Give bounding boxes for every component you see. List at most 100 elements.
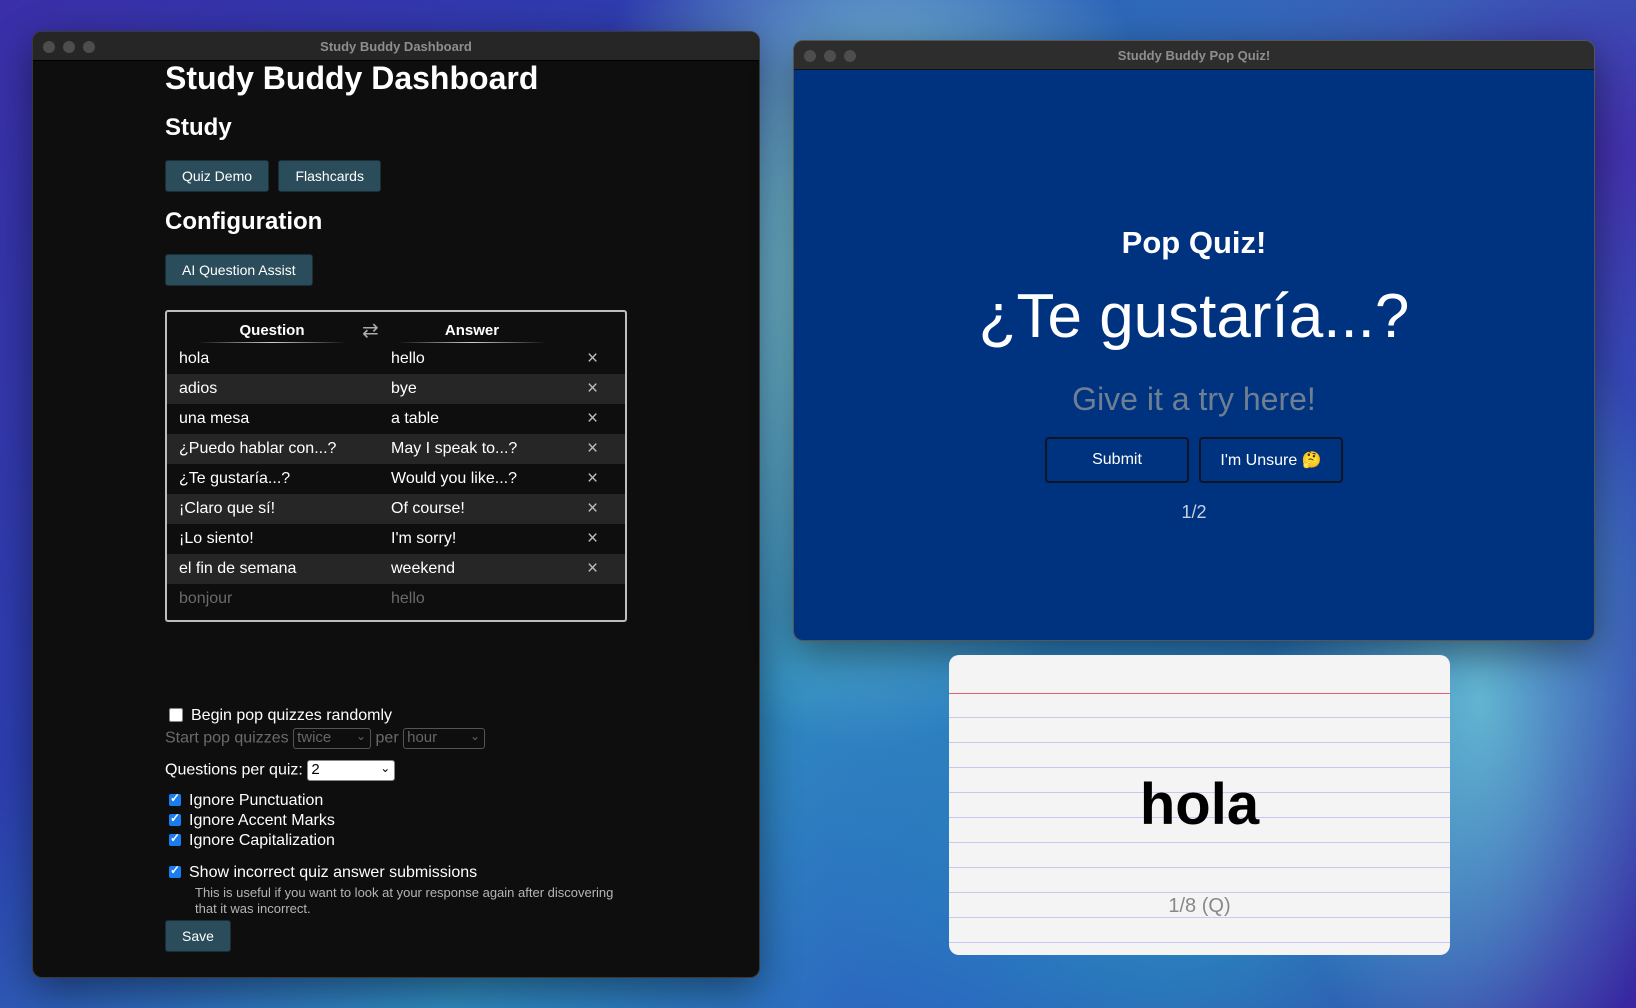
question-cell[interactable]: el fin de semana: [179, 560, 296, 578]
answer-cell[interactable]: a table: [391, 410, 439, 428]
answer-column-header: Answer: [397, 322, 547, 343]
questions-per-quiz-select[interactable]: 2 ⌄: [307, 760, 396, 781]
answer-cell[interactable]: hello: [391, 350, 425, 368]
table-row: ¿Puedo hablar con...? May I speak to...?…: [167, 434, 625, 464]
table-row: una mesa a table ×: [167, 404, 625, 434]
window-title: Studdy Buddy Pop Quiz!: [1117, 47, 1271, 63]
quiz-prompt: ¿Te gustaría...?: [978, 282, 1410, 351]
answer-cell[interactable]: May I speak to...?: [391, 440, 517, 458]
table-row: ¡Lo siento! I'm sorry! ×: [167, 524, 625, 554]
show-incorrect-checkbox[interactable]: [169, 863, 181, 878]
delete-row-icon[interactable]: ×: [587, 408, 598, 430]
table-row: ¡Claro que sí! Of course! ×: [167, 494, 625, 524]
new-question-input[interactable]: bonjour: [179, 590, 232, 608]
delete-row-icon[interactable]: ×: [587, 438, 598, 460]
ignore-punctuation-option: Ignore Punctuation: [165, 791, 324, 810]
zoom-window-button[interactable]: [83, 41, 95, 53]
questions-per-quiz-option: Questions per quiz: 2 ⌄: [165, 760, 396, 781]
show-incorrect-label: Show incorrect quiz answer submissions: [189, 864, 478, 881]
flashcards-button[interactable]: Flashcards: [278, 160, 381, 192]
delete-row-icon[interactable]: ×: [587, 378, 598, 400]
delete-row-icon[interactable]: ×: [587, 468, 598, 490]
window-controls: [43, 41, 95, 53]
close-window-button[interactable]: [43, 41, 55, 53]
ignore-capitalization-label: Ignore Capitalization: [189, 832, 335, 849]
delete-row-icon[interactable]: ×: [587, 528, 598, 550]
table-header: Question ⇄ Answer: [167, 312, 625, 344]
ignore-punctuation-checkbox[interactable]: [169, 791, 181, 806]
close-window-button[interactable]: [804, 50, 816, 62]
submit-button[interactable]: Submit: [1045, 437, 1189, 483]
question-cell[interactable]: ¡Lo siento!: [179, 530, 254, 548]
flashcard-counter: 1/8 (Q): [1168, 895, 1231, 917]
minimize-window-button[interactable]: [63, 41, 75, 53]
new-entry-row: bonjour hello: [167, 584, 625, 614]
new-answer-input[interactable]: hello: [391, 590, 425, 608]
configuration-heading: Configuration: [165, 208, 323, 235]
chevron-down-icon: ⌄: [470, 729, 481, 743]
per-label: per: [375, 729, 399, 747]
ignore-accent-option: Ignore Accent Marks: [165, 811, 335, 830]
minimize-window-button[interactable]: [824, 50, 836, 62]
study-heading: Study: [165, 114, 232, 141]
quiz-progress: 1/2: [1181, 502, 1207, 522]
answer-input[interactable]: Give it a try here!: [794, 381, 1594, 418]
window-title: Study Buddy Dashboard: [320, 38, 472, 54]
ignore-accent-checkbox[interactable]: [169, 811, 181, 826]
question-cell[interactable]: adios: [179, 380, 217, 398]
answer-cell[interactable]: Would you like...?: [391, 470, 517, 488]
ignore-capitalization-option: Ignore Capitalization: [165, 831, 335, 850]
question-column-header: Question: [197, 322, 347, 343]
flashcard-word: hola: [1139, 772, 1260, 837]
frequency-select[interactable]: twice ⌄: [293, 728, 372, 749]
question-cell[interactable]: hola: [179, 350, 209, 368]
question-cell[interactable]: una mesa: [179, 410, 249, 428]
answer-cell[interactable]: I'm sorry!: [391, 530, 456, 548]
question-table: Question ⇄ Answer hola hello × adios bye…: [165, 310, 627, 622]
unsure-button[interactable]: I'm Unsure 🤔: [1199, 437, 1343, 483]
delete-row-icon[interactable]: ×: [587, 498, 598, 520]
start-quizzes-label: Start pop quizzes: [165, 729, 289, 747]
page-title: Study Buddy Dashboard: [165, 60, 539, 96]
quiz-heading: Pop Quiz!: [1121, 225, 1267, 260]
quiz-demo-button[interactable]: Quiz Demo: [165, 160, 270, 192]
table-row: hola hello ×: [167, 344, 625, 374]
flashcard[interactable]: hola 1/8 (Q): [949, 655, 1450, 955]
table-row: adios bye ×: [167, 374, 625, 404]
random-quiz-checkbox[interactable]: [169, 707, 183, 722]
question-cell[interactable]: ¿Te gustaría...?: [179, 470, 290, 488]
period-select[interactable]: hour ⌄: [403, 728, 486, 749]
quiz-titlebar[interactable]: Studdy Buddy Pop Quiz!: [794, 41, 1594, 70]
ignore-capitalization-checkbox[interactable]: [169, 831, 181, 846]
random-quiz-option: Begin pop quizzes randomly: [165, 707, 392, 725]
window-controls: [804, 50, 856, 62]
show-incorrect-option: Show incorrect quiz answer submissions: [165, 863, 478, 882]
dashboard-window: Study Buddy Dashboard Study Buddy Dashbo…: [32, 31, 760, 978]
delete-row-icon[interactable]: ×: [587, 348, 598, 370]
ignore-accent-label: Ignore Accent Marks: [189, 812, 335, 829]
ai-question-assist-button[interactable]: AI Question Assist: [165, 254, 313, 286]
period-value: hour: [407, 729, 438, 746]
save-button[interactable]: Save: [165, 920, 231, 952]
question-cell[interactable]: ¡Claro que sí!: [179, 500, 275, 518]
dashboard-titlebar[interactable]: Study Buddy Dashboard: [33, 32, 759, 61]
table-row: ¿Te gustaría...? Would you like...? ×: [167, 464, 625, 494]
answer-cell[interactable]: bye: [391, 380, 417, 398]
questions-per-quiz-label: Questions per quiz:: [165, 761, 303, 779]
show-incorrect-help: This is useful if you want to look at yo…: [195, 885, 614, 916]
question-cell[interactable]: ¿Puedo hablar con...?: [179, 440, 336, 458]
answer-cell[interactable]: weekend: [391, 560, 455, 578]
delete-row-icon[interactable]: ×: [587, 558, 598, 580]
random-quiz-label: Begin pop quizzes randomly: [191, 707, 393, 724]
frequency-option: Start pop quizzes twice ⌄ per hour ⌄: [165, 728, 486, 749]
answer-cell[interactable]: Of course!: [391, 500, 465, 518]
swap-arrows-icon[interactable]: ⇄: [362, 318, 379, 343]
frequency-value: twice: [297, 729, 332, 746]
table-row: el fin de semana weekend ×: [167, 554, 625, 584]
ignore-punctuation-label: Ignore Punctuation: [189, 792, 324, 809]
questions-per-quiz-value: 2: [311, 761, 320, 778]
chevron-down-icon: ⌄: [356, 729, 367, 743]
chevron-down-icon: ⌄: [380, 761, 391, 775]
pop-quiz-window: Studdy Buddy Pop Quiz! Pop Quiz! ¿Te gus…: [793, 40, 1595, 641]
zoom-window-button[interactable]: [844, 50, 856, 62]
